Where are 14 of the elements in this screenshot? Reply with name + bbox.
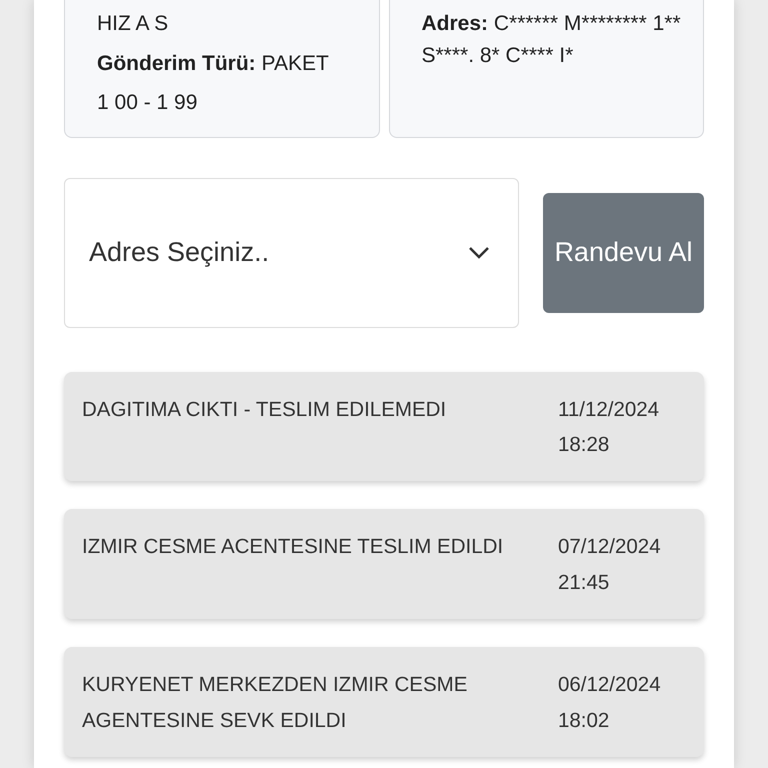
event-status: IZMIR CESME ACENTESINE TESLIM EDILDI [82,534,504,560]
event-datetime: 07/12/2024 21:45 [558,534,662,596]
event-datetime: 06/12/2024 18:02 [558,672,662,734]
chevron-down-icon [468,246,490,260]
appointment-button[interactable]: Randevu Al [543,192,704,312]
event-status: DAGITIMA CIKTI - TESLIM EDILEMEDI [82,396,448,422]
info-text: Adres: C****** M******** 1** S****. 8* C**** I* [422,11,682,68]
select-placeholder: Adres Seçiniz.. [89,237,270,268]
event-status: KURYENET MERKEZDEN IZMIR CESME AGENTESINE SEVK EDILDI [82,672,468,734]
info-text: HIZ A S [97,11,170,37]
address-select[interactable]: Adres Seçiniz.. [64,178,519,328]
info-text: Gönderim Türü: PAKET [97,50,330,76]
event-datetime: 11/12/2024 18:28 [558,396,660,458]
info-text: 1 00 - 1 99 [97,90,198,116]
